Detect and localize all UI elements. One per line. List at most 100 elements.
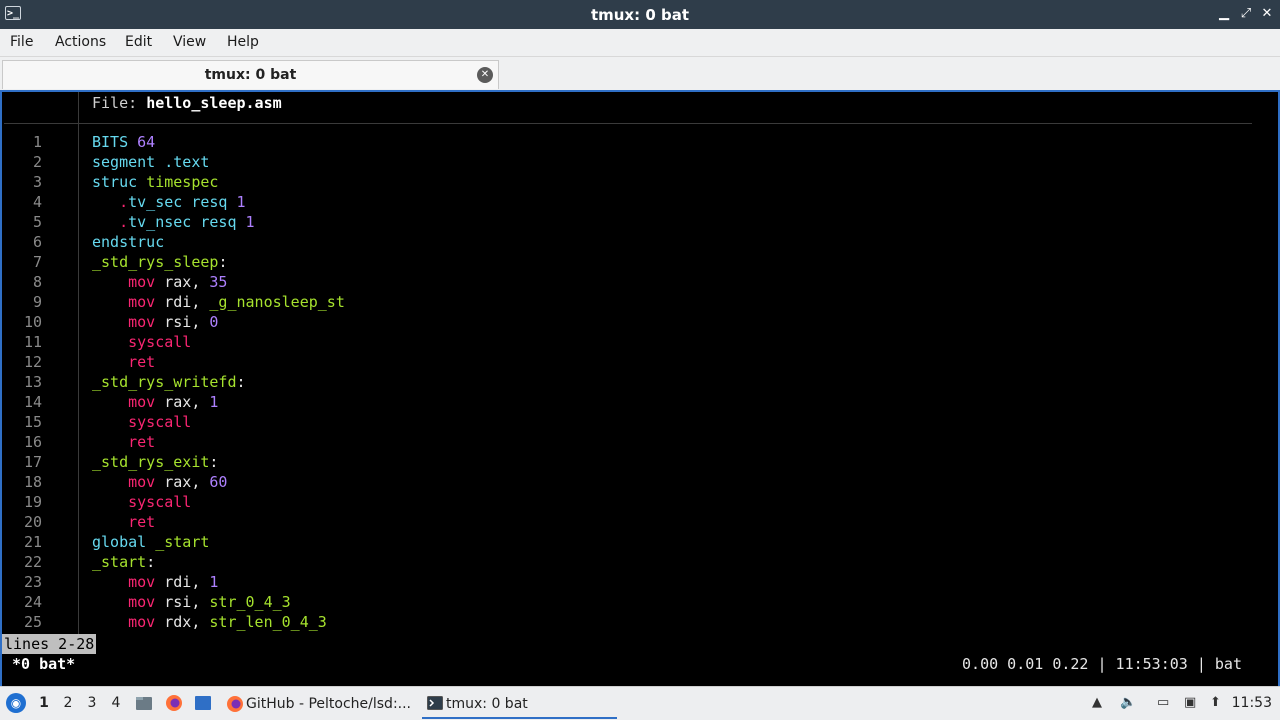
line-text: mov rsi, str_0_4_3 — [92, 592, 291, 612]
token: rdx, — [155, 613, 210, 631]
header-divider — [4, 123, 1252, 124]
token: rsi, — [155, 313, 210, 331]
file-label: File: — [92, 94, 147, 112]
line-number: 5 — [32, 213, 42, 231]
token: mov — [128, 393, 156, 411]
workspace-4[interactable]: 4 — [109, 695, 123, 711]
desktop-icon[interactable] — [194, 694, 212, 712]
workspace-1[interactable]: 1 — [37, 695, 51, 711]
token: endstruc — [92, 233, 165, 251]
menu-view[interactable]: View — [173, 34, 206, 50]
firefox-icon — [227, 696, 243, 712]
menu-file[interactable]: File — [10, 34, 33, 50]
token: tv_sec resq — [128, 193, 237, 211]
file-manager-icon[interactable] — [135, 694, 153, 712]
token: 1 — [236, 193, 246, 211]
line-number: 8 — [32, 273, 42, 291]
firefox-launcher-icon[interactable] — [165, 694, 183, 712]
code-line: 25 mov rdx, str_len_0_4_3 — [2, 612, 1272, 632]
token: : — [146, 553, 156, 571]
line-text: struc timespec — [92, 172, 218, 192]
pager-status: lines 2-28 — [2, 634, 97, 654]
line-number: 4 — [32, 193, 42, 211]
token: mov — [128, 273, 156, 291]
code-line: 6 endstruc — [2, 232, 1272, 252]
token: mov — [128, 573, 156, 591]
maximize-button[interactable]: ⤢ — [1238, 5, 1254, 23]
line-text: syscall — [92, 412, 191, 432]
workspace-3[interactable]: 3 — [85, 695, 99, 711]
update-notifier-icon[interactable]: ⬆ — [1210, 695, 1221, 710]
tmux-status-right: 0.00 0.01 0.22 | 11:53:03 | bat — [962, 655, 1242, 673]
token: syscall — [128, 333, 192, 351]
line-text: ret — [92, 512, 155, 532]
line-number: 16 — [23, 433, 42, 451]
token: rdi, — [155, 293, 210, 311]
line-number: 13 — [23, 373, 42, 391]
clock[interactable]: 11:53 — [1232, 695, 1272, 711]
code-line: 2 segment .text — [2, 152, 1272, 172]
start-menu-icon[interactable]: ◉ — [6, 693, 26, 713]
tmux-window-list[interactable]: *0 bat* — [12, 654, 75, 674]
token: tv_nsec resq — [128, 213, 246, 231]
code-line: 1 BITS 64 — [2, 132, 1272, 152]
close-window-button[interactable]: ✕ — [1259, 5, 1275, 23]
token: timespec — [146, 173, 219, 191]
code-line: 21 global _start — [2, 532, 1272, 552]
line-text: _std_rys_writefd: — [92, 372, 246, 392]
token: rax, — [155, 273, 210, 291]
menu-actions[interactable]: Actions — [55, 34, 106, 50]
token: 1 — [209, 393, 219, 411]
line-text: BITS 64 — [92, 132, 155, 152]
token: : — [209, 453, 219, 471]
task-firefox[interactable]: GitHub - Peltoche/lsd:... — [222, 689, 418, 719]
line-text: syscall — [92, 332, 191, 352]
line-number: 11 — [23, 333, 42, 351]
tab-close-icon[interactable]: ✕ — [477, 67, 493, 83]
code-line: 8 mov rax, 35 — [2, 272, 1272, 292]
line-text: mov rax, 60 — [92, 472, 227, 492]
line-text: ret — [92, 352, 155, 372]
token: _std_rys_sleep — [92, 253, 219, 271]
line-text: ret — [92, 432, 155, 452]
tab-tmux[interactable]: tmux: 0 bat ✕ — [2, 60, 499, 89]
tray-expand-icon[interactable]: ▲ — [1092, 695, 1102, 710]
line-number: 15 — [23, 413, 42, 431]
menu-bar: File Actions Edit View Help — [0, 29, 1280, 57]
token: . — [119, 193, 129, 211]
line-text: mov rdx, str_len_0_4_3 — [92, 612, 327, 632]
terminal-view[interactable]: File: hello_sleep.asm 1 BITS 64 2 segment .… — [0, 90, 1280, 686]
line-number: 23 — [23, 573, 42, 591]
token: rdi, — [155, 573, 210, 591]
token: str_0_4_3 — [209, 593, 291, 611]
line-text: endstruc — [92, 232, 164, 252]
clipboard-icon[interactable]: ▭ — [1157, 695, 1169, 710]
network-icon[interactable]: ▣ — [1184, 695, 1196, 710]
line-number: 10 — [23, 313, 42, 331]
code-line: 9 mov rdi, _g_nanosleep_st — [2, 292, 1272, 312]
volume-icon[interactable]: 🔈 — [1120, 695, 1136, 710]
menu-edit[interactable]: Edit — [125, 34, 152, 50]
token: 64 — [137, 133, 156, 151]
file-name: hello_sleep.asm — [146, 94, 282, 112]
code-line: 4 .tv_sec resq 1 — [2, 192, 1272, 212]
code-line: 12 ret — [2, 352, 1272, 372]
token: _std_rys_exit — [92, 453, 210, 471]
code-line: 24 mov rsi, str_0_4_3 — [2, 592, 1272, 612]
menu-help[interactable]: Help — [227, 34, 259, 50]
workspace-2[interactable]: 2 — [61, 695, 75, 711]
line-number: 2 — [32, 153, 42, 171]
token: _start — [92, 553, 147, 571]
task-terminal[interactable]: tmux: 0 bat — [422, 689, 617, 719]
code-line: 19 syscall — [2, 492, 1272, 512]
token: syscall — [128, 493, 192, 511]
token: : — [236, 373, 246, 391]
token: mov — [128, 473, 156, 491]
minimize-button[interactable]: ▁ — [1216, 5, 1232, 23]
